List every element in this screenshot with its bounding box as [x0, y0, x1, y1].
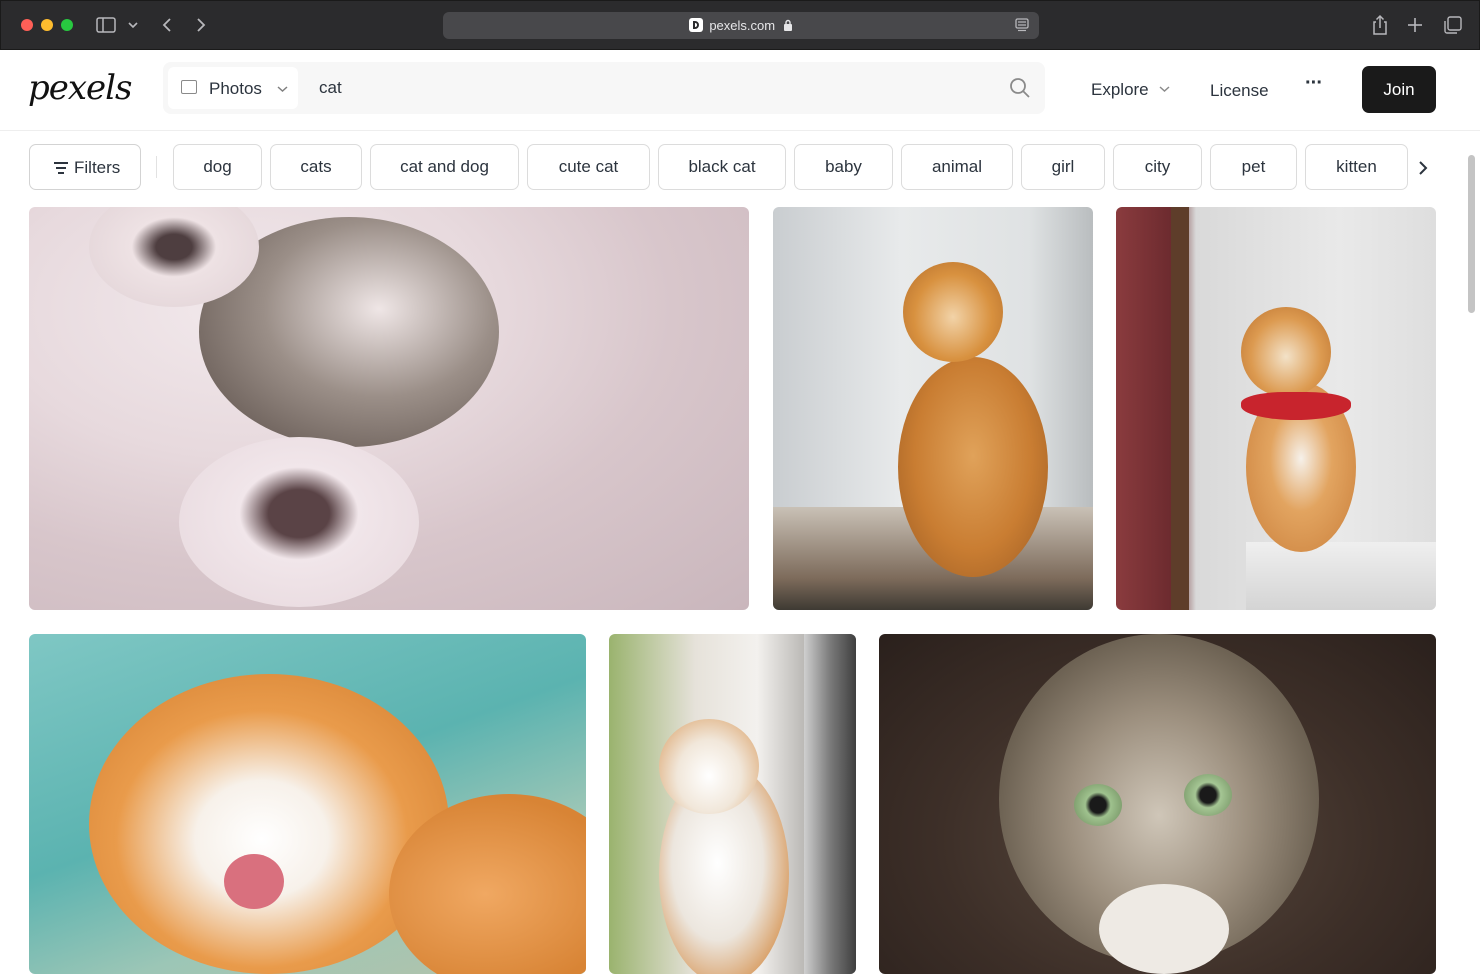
tabby-body [898, 357, 1048, 577]
tabby-head [903, 262, 1003, 362]
chevron-right-icon[interactable] [195, 17, 207, 33]
chip-kitten[interactable]: kitten [1305, 144, 1408, 190]
red-bandana [1241, 392, 1351, 420]
image-icon [181, 80, 197, 94]
chip-black-cat[interactable]: black cat [658, 144, 786, 190]
cat-tongue [224, 854, 284, 909]
photo-tabby-close-up[interactable] [879, 634, 1436, 974]
filter-icon [54, 162, 68, 177]
stool [1246, 542, 1436, 610]
photo-cat-looking-up[interactable] [609, 634, 856, 974]
site-header: pexels Photos cat Explore License ··· Jo… [0, 50, 1480, 131]
lock-icon [783, 19, 792, 31]
sidebar-icon[interactable] [96, 17, 116, 33]
search-type-dropdown[interactable]: Photos [168, 67, 298, 109]
filters-label: Filters [74, 158, 121, 177]
filters-button[interactable]: Filters [29, 144, 141, 190]
photo-orange-tabby-window[interactable] [773, 207, 1093, 610]
ginger-cat-head [1241, 307, 1331, 397]
right-eye [1184, 774, 1232, 816]
chip-dog[interactable]: dog [173, 144, 262, 190]
search-bar[interactable]: Photos cat [163, 62, 1045, 114]
more-menu-button[interactable]: ··· [1305, 72, 1323, 95]
search-input[interactable]: cat [319, 78, 342, 98]
chip-pet[interactable]: pet [1210, 144, 1297, 190]
page-scrollbar[interactable] [1468, 155, 1475, 313]
plus-icon[interactable] [1407, 17, 1423, 33]
join-button[interactable]: Join [1362, 66, 1436, 113]
license-link[interactable]: License [1210, 81, 1269, 101]
close-window-button[interactable] [21, 19, 33, 31]
chevron-left-icon[interactable] [161, 17, 173, 33]
url-domain: pexels.com [709, 18, 776, 33]
chin [1099, 884, 1229, 974]
pexels-logo[interactable]: pexels [28, 68, 133, 108]
search-icon[interactable] [1008, 76, 1032, 100]
chevron-right-icon[interactable] [1418, 160, 1428, 176]
search-type-label: Photos [209, 79, 262, 98]
chip-cat-and-dog[interactable]: cat and dog [370, 144, 519, 190]
filter-divider [156, 156, 157, 178]
kitten-paw [179, 437, 419, 607]
browser-titlebar: pexels.com [0, 0, 1480, 50]
chip-cats[interactable]: cats [270, 144, 362, 190]
reader-icon[interactable] [1015, 18, 1029, 32]
address-bar[interactable]: pexels.com [443, 12, 1039, 39]
explore-label: Explore [1091, 80, 1149, 99]
share-icon[interactable] [1371, 14, 1389, 36]
chip-cute-cat[interactable]: cute cat [527, 144, 650, 190]
chip-animal[interactable]: animal [901, 144, 1013, 190]
chevron-down-icon [277, 86, 288, 93]
minimize-window-button[interactable] [41, 19, 53, 31]
ginger-cat-face [89, 674, 449, 974]
white-cat-head [659, 719, 759, 814]
door-frame [804, 634, 856, 974]
wood-pole [1171, 207, 1189, 610]
pexels-favicon [689, 18, 704, 32]
photo-cat-red-bandana[interactable] [1116, 207, 1436, 610]
photo-cat-licking-paw[interactable] [29, 634, 586, 974]
chip-girl[interactable]: girl [1021, 144, 1105, 190]
chevron-down-icon [1159, 86, 1170, 93]
chip-city[interactable]: city [1113, 144, 1202, 190]
chip-baby[interactable]: baby [794, 144, 893, 190]
tabs-overview-icon[interactable] [1444, 16, 1462, 34]
chevron-down-icon[interactable] [128, 21, 138, 29]
left-eye [1074, 784, 1122, 826]
explore-menu[interactable]: Explore [1091, 80, 1170, 100]
photo-sleeping-kitten[interactable] [29, 207, 749, 610]
zoom-window-button[interactable] [61, 19, 73, 31]
